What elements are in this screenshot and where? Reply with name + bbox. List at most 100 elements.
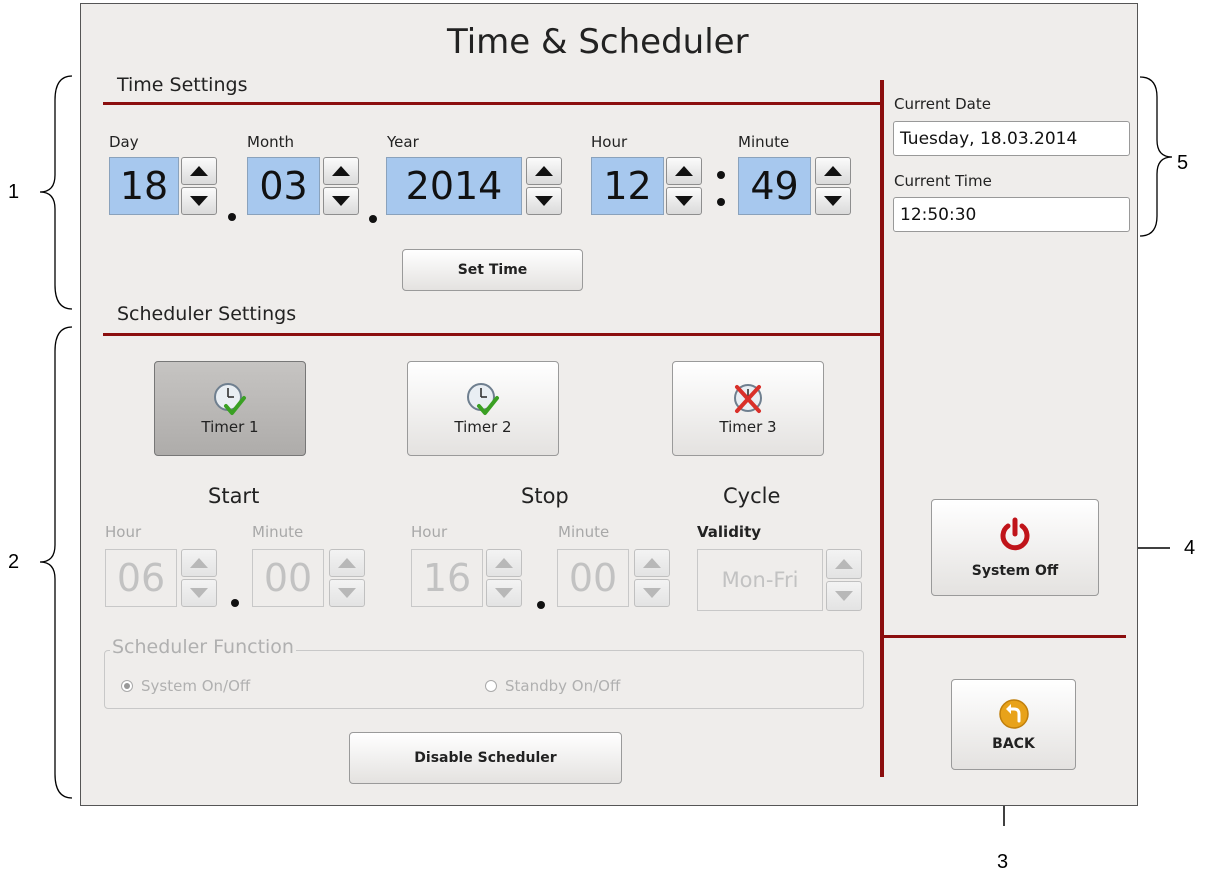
- system-off-button[interactable]: System Off: [931, 499, 1099, 596]
- back-button[interactable]: BACK: [951, 679, 1076, 770]
- stop-minute-value[interactable]: 00: [557, 549, 629, 607]
- start-minute-decrement-button[interactable]: [329, 579, 365, 607]
- callout-5: 5: [1177, 152, 1189, 174]
- year-value[interactable]: 2014: [386, 157, 522, 215]
- stop-hour-spinner: [486, 549, 522, 607]
- cycle-heading: Cycle: [723, 484, 781, 508]
- timer-2-button[interactable]: Timer 2: [407, 361, 559, 456]
- hour-value[interactable]: 12: [591, 157, 664, 215]
- timer-3-label: Timer 3: [719, 417, 777, 436]
- app-window: Time & Scheduler Time Settings Day Month…: [80, 3, 1138, 806]
- arrow-up-icon: [495, 558, 513, 568]
- arrow-down-icon: [824, 196, 842, 206]
- set-time-button[interactable]: Set Time: [402, 249, 583, 291]
- start-minute-label: Minute: [252, 523, 304, 541]
- back-arrow-icon: [998, 698, 1029, 729]
- time-separator-dot: [717, 171, 725, 179]
- month-spinner: [323, 157, 359, 215]
- disable-scheduler-button[interactable]: Disable Scheduler: [349, 732, 622, 784]
- set-time-label: Set Time: [457, 262, 528, 278]
- power-icon: [1000, 517, 1030, 550]
- callout-3: 3: [997, 851, 1009, 873]
- arrow-up-icon: [835, 559, 853, 569]
- start-hour-spinner: [181, 549, 217, 607]
- minute-decrement-button[interactable]: [815, 187, 851, 215]
- back-label: BACK: [992, 735, 1035, 752]
- vertical-divider: [880, 80, 884, 777]
- start-hour-decrement-button[interactable]: [181, 579, 217, 607]
- arrow-down-icon: [332, 196, 350, 206]
- arrow-up-icon: [338, 558, 356, 568]
- stop-minute-decrement-button[interactable]: [634, 579, 670, 607]
- current-time-label: Current Time: [894, 172, 992, 190]
- validity-value[interactable]: Mon-Fri: [697, 549, 823, 611]
- time-separator-dot: [717, 198, 725, 206]
- day-label: Day: [109, 133, 139, 151]
- system-on-off-label: System On/Off: [141, 677, 251, 695]
- hour-spinner: [666, 157, 702, 215]
- validity-increment-button[interactable]: [826, 549, 862, 579]
- month-value[interactable]: 03: [247, 157, 320, 215]
- standby-on-off-radio[interactable]: Standby On/Off: [485, 677, 620, 695]
- stop-hour-label: Hour: [411, 523, 448, 541]
- page-title: Time & Scheduler: [447, 22, 749, 62]
- arrow-down-icon: [190, 196, 208, 206]
- bracket-1: [39, 75, 73, 310]
- timer-1-button[interactable]: Timer 1: [154, 361, 306, 456]
- date-separator-dot: [228, 213, 236, 221]
- stop-hour-decrement-button[interactable]: [486, 579, 522, 607]
- hour-increment-button[interactable]: [666, 157, 702, 185]
- start-hour-increment-button[interactable]: [181, 549, 217, 577]
- timer-2-label: Timer 2: [454, 417, 512, 436]
- minute-label: Minute: [738, 133, 790, 151]
- scheduler-function-legend: Scheduler Function: [110, 636, 296, 658]
- arrow-down-icon: [835, 591, 853, 601]
- system-off-label: System Off: [971, 562, 1059, 579]
- start-hour-value[interactable]: 06: [105, 549, 177, 607]
- start-minute-increment-button[interactable]: [329, 549, 365, 577]
- day-increment-button[interactable]: [181, 157, 217, 185]
- arrow-up-icon: [824, 166, 842, 176]
- bracket-2: [39, 326, 73, 799]
- start-minute-value[interactable]: 00: [252, 549, 324, 607]
- system-on-off-radio[interactable]: System On/Off: [121, 677, 250, 695]
- minute-increment-button[interactable]: [815, 157, 851, 185]
- radio-unselected-icon: [485, 680, 497, 692]
- minute-value[interactable]: 49: [738, 157, 811, 215]
- time-separator-dot: [231, 599, 239, 607]
- timer-1-label: Timer 1: [201, 417, 259, 436]
- day-value[interactable]: 18: [109, 157, 179, 215]
- start-heading: Start: [208, 484, 260, 508]
- stop-minute-increment-button[interactable]: [634, 549, 670, 577]
- right-panel-divider: [884, 635, 1126, 638]
- radio-selected-icon: [121, 680, 133, 692]
- validity-spinner: [826, 549, 862, 611]
- arrow-up-icon: [190, 166, 208, 176]
- stop-minute-spinner: [634, 549, 670, 607]
- clock-cross-icon: [734, 383, 762, 413]
- bracket-5: [1139, 76, 1173, 237]
- hour-decrement-button[interactable]: [666, 187, 702, 215]
- month-increment-button[interactable]: [323, 157, 359, 185]
- arrow-down-icon: [338, 588, 356, 598]
- arrow-down-icon: [675, 196, 693, 206]
- minute-spinner: [815, 157, 851, 215]
- hour-label: Hour: [591, 133, 628, 151]
- arrow-up-icon: [332, 166, 350, 176]
- month-decrement-button[interactable]: [323, 187, 359, 215]
- time-settings-divider: [103, 102, 881, 105]
- year-decrement-button[interactable]: [526, 187, 562, 215]
- stop-hour-value[interactable]: 16: [411, 549, 483, 607]
- validity-decrement-button[interactable]: [826, 581, 862, 611]
- month-label: Month: [247, 133, 295, 151]
- current-time-field: 12:50:30: [893, 197, 1130, 232]
- clock-check-icon: [214, 382, 246, 415]
- standby-on-off-label: Standby On/Off: [505, 677, 621, 695]
- disable-scheduler-label: Disable Scheduler: [414, 750, 557, 766]
- timer-3-button[interactable]: Timer 3: [672, 361, 824, 456]
- day-decrement-button[interactable]: [181, 187, 217, 215]
- start-minute-spinner: [329, 549, 365, 607]
- stop-hour-increment-button[interactable]: [486, 549, 522, 577]
- year-increment-button[interactable]: [526, 157, 562, 185]
- start-hour-label: Hour: [105, 523, 142, 541]
